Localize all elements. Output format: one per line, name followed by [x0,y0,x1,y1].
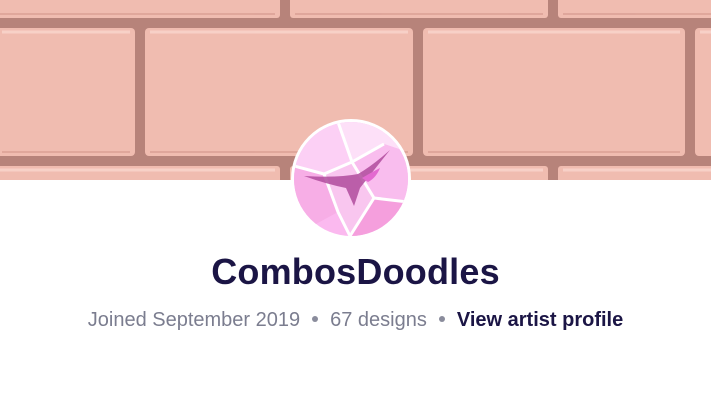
artist-profile-header: CombosDoodles Joined September 2019 67 de… [0,0,711,410]
separator-dot [312,315,319,322]
separator-dot [438,315,445,322]
design-count: 67 designs [330,309,427,331]
view-artist-profile-link[interactable]: View artist profile [457,309,623,331]
artist-name: CombosDoodles [211,251,500,292]
crystal-bird-avatar-icon [294,122,408,236]
joined-date: Joined September 2019 [87,309,301,331]
artist-meta-line: Joined September 2019 67 designs View arti… [0,309,711,332]
artist-avatar[interactable] [291,119,411,239]
